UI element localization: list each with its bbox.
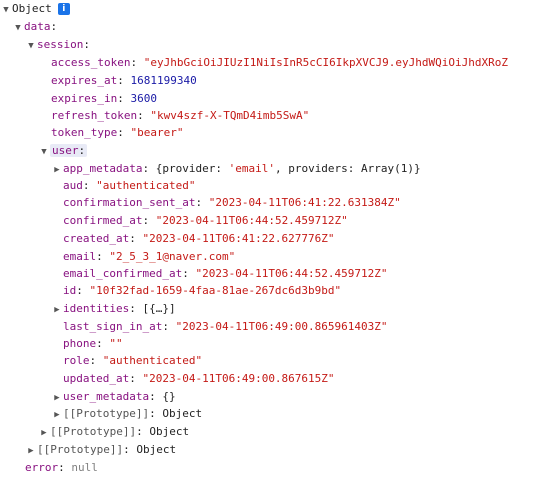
error-key: error (25, 461, 59, 474)
access-token-value: "eyJhbGciOiJIUzI1NiIsInR5cCI6IkpXVCJ9.ey… (143, 56, 508, 69)
email-key: email (63, 250, 97, 263)
email-confirmed-at-row: email_confirmed_at: "2023-04-11T06:44:52… (63, 267, 388, 280)
collapsed-triangle-icon[interactable]: ▶ (25, 442, 37, 460)
updated-at-value: "2023-04-11T06:49:00.867615Z" (142, 372, 335, 385)
data-prototype-row[interactable]: ▶ [[Prototype]]: Object (25, 441, 176, 459)
expires-at-row: expires_at: 1681199340 (51, 74, 197, 87)
access-token-row: access_token: "eyJhbGciOiJIUzI1NiIsInR5c… (51, 56, 508, 69)
token-type-key: token_type (51, 126, 118, 139)
created-at-key: created_at (63, 232, 130, 245)
data-prototype-key: [[Prototype]] (37, 443, 124, 456)
data-key: data (24, 20, 51, 33)
expires-in-value: 3600 (130, 92, 157, 105)
root-object-row[interactable]: ▼ Object i (0, 0, 70, 18)
refresh-token-row: refresh_token: "kwv4szf-X-TQmD4imb5SwA" (51, 109, 310, 122)
phone-key: phone (63, 337, 97, 350)
user-prototype-key: [[Prototype]] (63, 407, 150, 420)
email-confirmed-at-key: email_confirmed_at (63, 267, 183, 280)
created-at-row: created_at: "2023-04-11T06:41:22.627776Z… (63, 232, 335, 245)
confirmation-sent-at-value: "2023-04-11T06:41:22.631384Z" (208, 196, 401, 209)
token-type-value: "bearer" (130, 126, 184, 139)
aud-value: "authenticated" (96, 179, 196, 192)
id-key: id (63, 284, 77, 297)
updated-at-row: updated_at: "2023-04-11T06:49:00.867615Z… (63, 372, 335, 385)
app-metadata-preview-end: , providers: Array(1)} (274, 162, 421, 175)
expanded-triangle-icon[interactable]: ▼ (25, 37, 37, 55)
user-metadata-key: user_metadata (63, 390, 150, 403)
session-key: session (37, 38, 84, 51)
expanded-triangle-icon[interactable]: ▼ (38, 143, 50, 161)
data-row[interactable]: ▼ data: (12, 18, 57, 36)
confirmation-sent-at-key: confirmation_sent_at (63, 196, 196, 209)
last-sign-in-at-row: last_sign_in_at: "2023-04-11T06:49:00.86… (63, 320, 388, 333)
access-token-key: access_token (51, 56, 131, 69)
user-metadata-value: {} (162, 390, 176, 403)
role-key: role (63, 354, 90, 367)
refresh-token-key: refresh_token (51, 109, 138, 122)
expires-in-row: expires_in: 3600 (51, 92, 157, 105)
user-row[interactable]: ▼ user: (38, 142, 88, 161)
last-sign-in-at-key: last_sign_in_at (63, 320, 163, 333)
id-value: "10f32fad-1659-4faa-81ae-267dc6d3b9bd" (89, 284, 342, 297)
expires-at-key: expires_at (51, 74, 118, 87)
role-value: "authenticated" (102, 354, 203, 367)
collapsed-triangle-icon[interactable]: ▶ (38, 424, 50, 442)
expanded-triangle-icon[interactable]: ▼ (0, 1, 12, 19)
phone-row: phone: "" (63, 337, 123, 350)
last-sign-in-at-value: "2023-04-11T06:49:00.865961403Z" (175, 320, 388, 333)
confirmed-at-row: confirmed_at: "2023-04-11T06:44:52.45971… (63, 214, 348, 227)
session-prototype-value: Object (149, 425, 190, 438)
token-type-row: token_type: "bearer" (51, 126, 184, 139)
created-at-value: "2023-04-11T06:41:22.627776Z" (142, 232, 335, 245)
error-row: error: null (25, 461, 98, 474)
expanded-triangle-icon[interactable]: ▼ (12, 19, 24, 37)
updated-at-key: updated_at (63, 372, 130, 385)
identities-value: [{…}] (142, 302, 176, 315)
session-prototype-key: [[Prototype]] (50, 425, 137, 438)
identities-row[interactable]: ▶ identities: [{…}] (51, 300, 176, 319)
user-metadata-row[interactable]: ▶ user_metadata: {} (51, 388, 176, 406)
aud-key: aud (63, 179, 83, 192)
confirmation-sent-at-row: confirmation_sent_at: "2023-04-11T06:41:… (63, 196, 401, 209)
identities-key: identities (63, 302, 130, 315)
email-value: "2_5_3_1@naver.com" (109, 250, 236, 263)
expires-at-value: 1681199340 (130, 74, 197, 87)
session-prototype-row[interactable]: ▶ [[Prototype]]: Object (38, 423, 189, 441)
role-row: role: "authenticated" (63, 354, 203, 367)
email-row: email: "2_5_3_1@naver.com" (63, 250, 236, 263)
app-metadata-provider-value: 'email' (228, 162, 275, 175)
app-metadata-preview-start: {provider: (155, 162, 229, 175)
root-object-label: Object (12, 2, 52, 15)
refresh-token-value: "kwv4szf-X-TQmD4imb5SwA" (150, 109, 310, 122)
data-prototype-value: Object (136, 443, 177, 456)
user-prototype-value: Object (162, 407, 203, 420)
user-prototype-row[interactable]: ▶ [[Prototype]]: Object (51, 405, 202, 423)
expires-in-key: expires_in (51, 92, 118, 105)
user-key: user (52, 144, 79, 157)
session-row[interactable]: ▼ session: (25, 36, 90, 54)
aud-row: aud: "authenticated" (63, 179, 196, 192)
error-value: null (71, 461, 98, 474)
confirmed-at-key: confirmed_at (63, 214, 143, 227)
collapsed-triangle-icon[interactable]: ▶ (51, 301, 63, 319)
app-metadata-row[interactable]: ▶ app_metadata: {provider: 'email', provi… (51, 160, 421, 179)
collapsed-triangle-icon[interactable]: ▶ (51, 161, 63, 179)
phone-value: "" (109, 337, 123, 350)
confirmed-at-value: "2023-04-11T06:44:52.459712Z" (155, 214, 348, 227)
email-confirmed-at-value: "2023-04-11T06:44:52.459712Z" (195, 267, 388, 280)
collapsed-triangle-icon[interactable]: ▶ (51, 406, 63, 424)
id-row: id: "10f32fad-1659-4faa-81ae-267dc6d3b9b… (63, 284, 342, 297)
app-metadata-key: app_metadata (63, 162, 143, 175)
info-icon[interactable]: i (57, 3, 70, 15)
